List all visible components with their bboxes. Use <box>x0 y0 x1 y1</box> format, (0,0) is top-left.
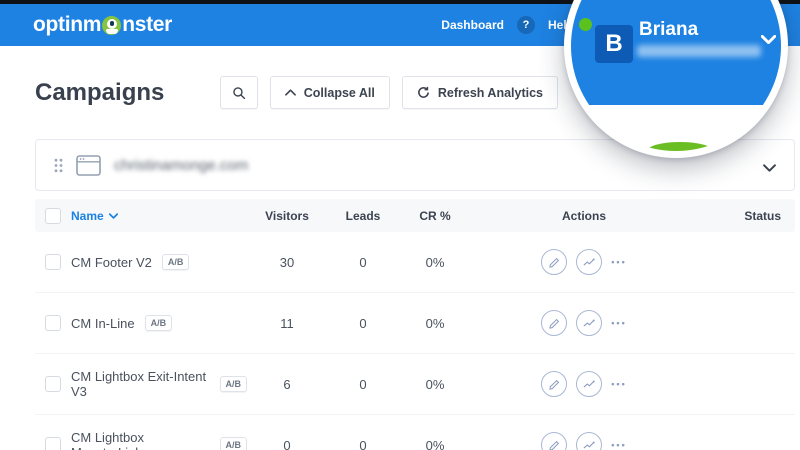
pencil-icon <box>549 318 560 329</box>
row-checkbox[interactable] <box>45 315 61 331</box>
column-header-leads: Leads <box>327 209 399 223</box>
edit-button[interactable] <box>541 432 567 450</box>
analytics-button[interactable] <box>576 310 602 336</box>
drag-handle-icon[interactable] <box>54 158 63 173</box>
column-header-visitors: Visitors <box>247 209 327 223</box>
toolbar: Collapse All Refresh Analytics <box>220 76 558 109</box>
browser-window-icon <box>76 155 101 176</box>
logo-text-right: nster <box>122 13 172 37</box>
account-subtitle-blurred <box>637 45 761 57</box>
page-title: Campaigns <box>35 79 164 107</box>
row-actions: ••• <box>541 249 626 275</box>
campaign-row: CM Lightbox Exit-Intent V3 A/B 6 0 0% ••… <box>35 354 795 415</box>
sort-chevron-down-icon <box>109 213 118 219</box>
ab-test-badge: A/B <box>145 315 173 331</box>
column-header-name[interactable]: Name <box>71 209 247 223</box>
pencil-icon <box>549 257 560 268</box>
account-menu-chevron-down-icon[interactable] <box>761 31 776 49</box>
leads-value: 0 <box>327 377 399 392</box>
visitors-value: 30 <box>247 255 327 270</box>
campaign-name[interactable]: CM Lightbox Exit-Intent V3 <box>71 369 210 399</box>
logo-text-left: optinm <box>33 13 101 37</box>
avatar[interactable]: B <box>595 25 633 63</box>
more-actions-button[interactable]: ••• <box>611 318 626 328</box>
refresh-analytics-button[interactable]: Refresh Analytics <box>402 76 558 109</box>
ab-test-badge: A/B <box>220 437 248 450</box>
search-icon <box>232 86 246 100</box>
monster-icon <box>102 16 121 35</box>
leads-value: 0 <box>327 316 399 331</box>
select-all-checkbox[interactable] <box>45 208 61 224</box>
account-name: Briana <box>639 19 698 41</box>
refresh-analytics-label: Refresh Analytics <box>438 86 543 100</box>
cr-value: 0% <box>399 316 471 331</box>
edit-button[interactable] <box>541 371 567 397</box>
row-actions: ••• <box>541 432 626 450</box>
pencil-icon <box>549 440 560 450</box>
ab-test-badge: A/B <box>220 376 248 392</box>
ab-test-badge: A/B <box>162 254 190 270</box>
more-actions-button[interactable]: ••• <box>611 257 626 267</box>
row-checkbox[interactable] <box>45 376 61 392</box>
search-button[interactable] <box>220 76 258 109</box>
leads-value: 0 <box>327 255 399 270</box>
analytics-button[interactable] <box>576 249 602 275</box>
more-actions-button[interactable]: ••• <box>611 440 626 450</box>
campaign-row: CM Footer V2 A/B 30 0 0% ••• <box>35 232 795 293</box>
campaign-row: CM In-Line A/B 11 0 0% ••• <box>35 293 795 354</box>
collapse-all-label: Collapse All <box>304 86 375 100</box>
nav-dashboard-link[interactable]: Dashboard <box>441 18 504 32</box>
magnifier-bubble: B Briana <box>564 0 788 158</box>
trend-line-icon <box>583 319 595 328</box>
trend-line-icon <box>583 380 595 389</box>
name-header-label: Name <box>71 209 104 223</box>
cr-value: 0% <box>399 438 471 450</box>
analytics-button[interactable] <box>576 371 602 397</box>
cr-value: 0% <box>399 377 471 392</box>
campaign-name[interactable]: CM Lightbox MonsterLink <box>71 430 210 450</box>
help-question-icon[interactable]: ? <box>517 16 535 34</box>
column-header-status: Status <box>744 209 795 223</box>
collapse-all-button[interactable]: Collapse All <box>270 76 390 109</box>
more-actions-button[interactable]: ••• <box>611 379 626 389</box>
row-actions: ••• <box>541 310 626 336</box>
campaign-name[interactable]: CM In-Line <box>71 316 135 331</box>
pencil-icon <box>549 379 560 390</box>
row-checkbox[interactable] <box>45 437 61 450</box>
visitors-value: 0 <box>247 438 327 450</box>
leads-value: 0 <box>327 438 399 450</box>
trend-line-icon <box>583 441 595 450</box>
campaign-row: CM Lightbox MonsterLink A/B 0 0 0% ••• <box>35 415 795 450</box>
row-actions: ••• <box>541 371 626 397</box>
online-status-dot <box>579 18 592 31</box>
edit-button[interactable] <box>541 249 567 275</box>
top-nav-links: Dashboard ? Help <box>441 16 574 34</box>
visitors-value: 6 <box>247 377 327 392</box>
cr-value: 0% <box>399 255 471 270</box>
site-domain-blurred: christinamonge.com <box>114 157 248 174</box>
site-expand-chevron-down-icon[interactable] <box>763 159 776 177</box>
analytics-button[interactable] <box>576 432 602 450</box>
trend-line-icon <box>583 258 595 267</box>
row-checkbox[interactable] <box>45 254 61 270</box>
table-header-row: Name Visitors Leads CR % Actions Status <box>35 199 795 232</box>
visitors-value: 11 <box>247 316 327 331</box>
campaigns-table: Name Visitors Leads CR % Actions Status … <box>35 199 795 450</box>
column-header-cr: CR % <box>399 209 471 223</box>
campaign-name[interactable]: CM Footer V2 <box>71 255 152 270</box>
optinmonster-logo[interactable]: optinm nster <box>33 13 172 37</box>
refresh-icon <box>417 86 430 99</box>
column-header-actions: Actions <box>562 209 606 223</box>
app-screen: optinm nster Dashboard ? Help Campaigns C… <box>0 0 800 450</box>
chevron-up-icon <box>285 89 296 96</box>
edit-button[interactable] <box>541 310 567 336</box>
